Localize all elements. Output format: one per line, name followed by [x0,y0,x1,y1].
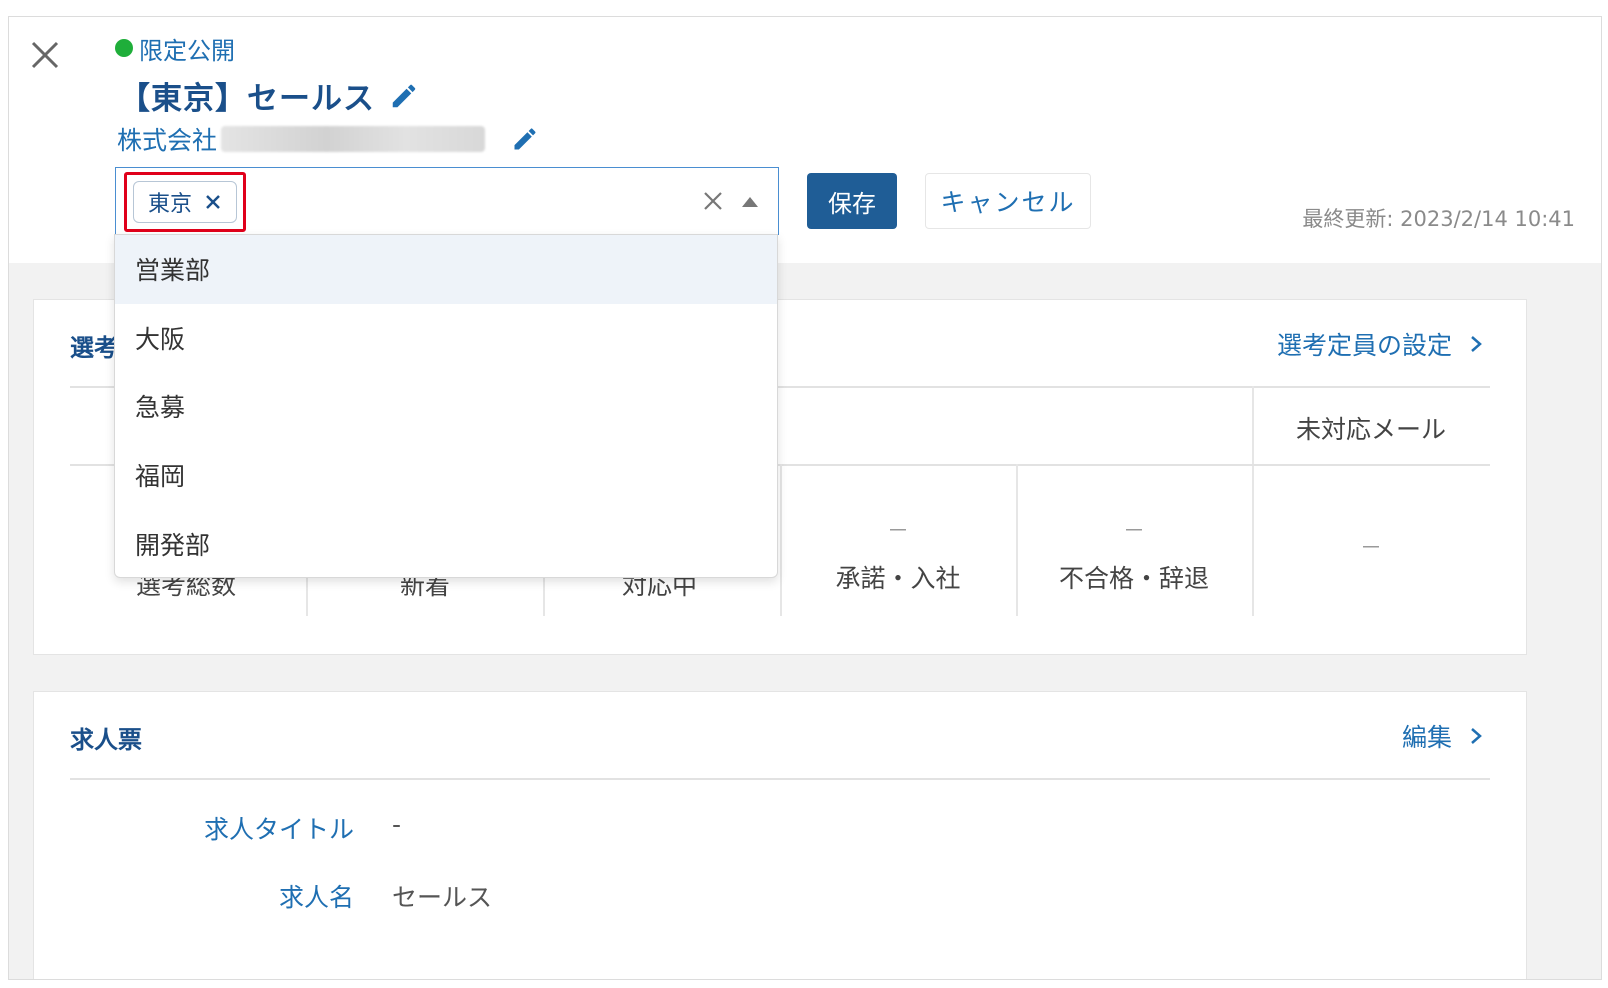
field-label-job-title: 求人タイトル [203,815,354,844]
edit-title-pencil-icon[interactable] [389,81,419,111]
edit-company-pencil-icon[interactable] [511,125,539,153]
dropdown-option[interactable]: 福岡 [115,441,777,510]
stat-label: 承諾・入社 [835,564,961,593]
edit-job-link[interactable]: 編集 [1402,718,1482,754]
chevron-right-icon [1471,336,1482,352]
stat-accepted[interactable]: － 承諾・入社 [780,506,1016,602]
close-icon[interactable] [27,37,63,73]
edit-job-link-label: 編集 [1401,723,1452,752]
job-posting-card: 求人票 編集 求人タイトル - 求人名 セールス [33,691,1527,979]
job-card-title: 求人票 [70,726,142,754]
divider [70,778,1490,780]
dropdown-option[interactable]: 大阪 [115,304,777,373]
status-dot-icon [115,39,133,57]
dropdown-option[interactable]: 開発部 [115,509,777,578]
tag-chip-label: 東京 [147,192,192,217]
tag-dropdown-menu: 営業部 大阪 急募 福岡 開発部 [114,234,778,578]
unhandled-mail-header: 未対応メール [1296,415,1447,444]
page-title: 【東京】セールス [119,81,375,117]
tag-chip[interactable]: 東京 [133,181,237,223]
field-value-job-title: - [392,810,402,839]
stat-rejected[interactable]: － 不合格・辞退 [1016,506,1252,602]
last-updated: 最終更新: 2023/2/14 10:41 [1302,207,1575,231]
caret-up-icon[interactable] [740,195,760,209]
title-row: 【東京】セールス [119,73,419,118]
header: 限定公開 【東京】セールス 株式会社 東京 保存 キャンセル 最終更新: 202… [9,17,1601,263]
dropdown-option[interactable]: 急募 [115,372,777,441]
selection-capacity-link[interactable]: 選考定員の設定 [1277,326,1482,362]
status-text: 限定公開 [139,36,235,65]
cancel-button[interactable]: キャンセル [925,173,1091,229]
tag-multiselect[interactable]: 東京 [115,167,779,235]
field-label-job-name: 求人名 [278,883,354,912]
tag-highlight-frame: 東京 [124,172,246,232]
company-row: 株式会社 [117,121,539,157]
dropdown-option[interactable]: 営業部 [115,235,777,304]
selection-capacity-link-label: 選考定員の設定 [1276,331,1452,360]
save-button[interactable]: 保存 [807,173,897,229]
field-value-job-name: セールス [392,883,493,912]
column-divider [1252,386,1254,616]
clear-selection-icon[interactable] [702,190,724,212]
status-badge: 限定公開 [115,33,235,65]
stat-label: 不合格・辞退 [1058,564,1209,593]
stat-value: － [1122,519,1145,544]
stat-value: － [886,519,909,544]
company-name: 株式会社 [117,126,218,155]
company-name-redacted [221,126,486,152]
chevron-right-icon [1471,728,1482,744]
selection-card-title: 選考 [70,334,118,362]
tag-remove-icon[interactable] [204,193,222,211]
unhandled-mail-value: － [1360,536,1383,561]
